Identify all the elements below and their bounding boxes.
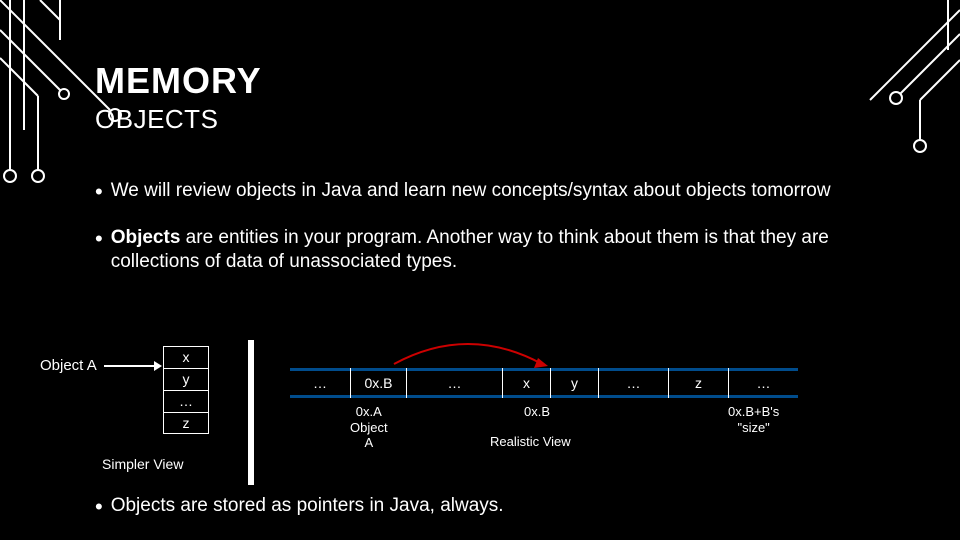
bullet-item: • Objects are entities in your program. … <box>95 226 920 275</box>
realistic-view-label: Realistic View <box>490 434 571 450</box>
mem-cell: y <box>550 368 598 398</box>
mem-cell: … <box>728 368 798 398</box>
divider <box>248 340 254 485</box>
bullet-text: We will review objects in Java and learn… <box>111 179 831 204</box>
arrow-icon <box>102 356 162 380</box>
bullet-text: Objects are entities in your program. An… <box>111 226 920 275</box>
bullet-item: • Objects are stored as pointers in Java… <box>95 494 504 519</box>
simpler-view-label: Simpler View <box>102 456 183 472</box>
bullet-item: • We will review objects in Java and lea… <box>95 179 920 204</box>
slide-subtitle: OBJECTS <box>95 104 920 135</box>
mem-cell: z <box>668 368 728 398</box>
mem-label-0xb: 0x.B <box>524 404 550 420</box>
mem-label-end: 0x.B+B's "size" <box>728 404 779 435</box>
memory-strip: … 0x.B … x y … z … <box>290 368 798 398</box>
bullet-dot-icon: • <box>95 181 103 203</box>
stack-cell: z <box>163 412 209 434</box>
curved-arrow-icon <box>378 330 558 372</box>
mem-label-0xa: 0x.A Object A <box>350 404 388 451</box>
mem-cell: x <box>502 368 550 398</box>
mem-cell: 0x.B <box>350 368 406 398</box>
stack-cell: … <box>163 390 209 412</box>
bullet-dot-icon: • <box>95 228 103 250</box>
slide-title: MEMORY <box>95 60 920 102</box>
mem-cell: … <box>290 368 350 398</box>
memory-diagram: Object A x y … z Simpler View … 0x.B … x… <box>40 346 920 476</box>
object-field-stack: x y … z <box>163 346 209 434</box>
stack-cell: x <box>163 346 209 368</box>
bullet-dot-icon: • <box>95 496 103 518</box>
mem-cell: … <box>598 368 668 398</box>
bullet-text: Objects are stored as pointers in Java, … <box>111 494 504 519</box>
object-a-label: Object A <box>40 357 97 374</box>
mem-cell: … <box>406 368 502 398</box>
stack-cell: y <box>163 368 209 390</box>
